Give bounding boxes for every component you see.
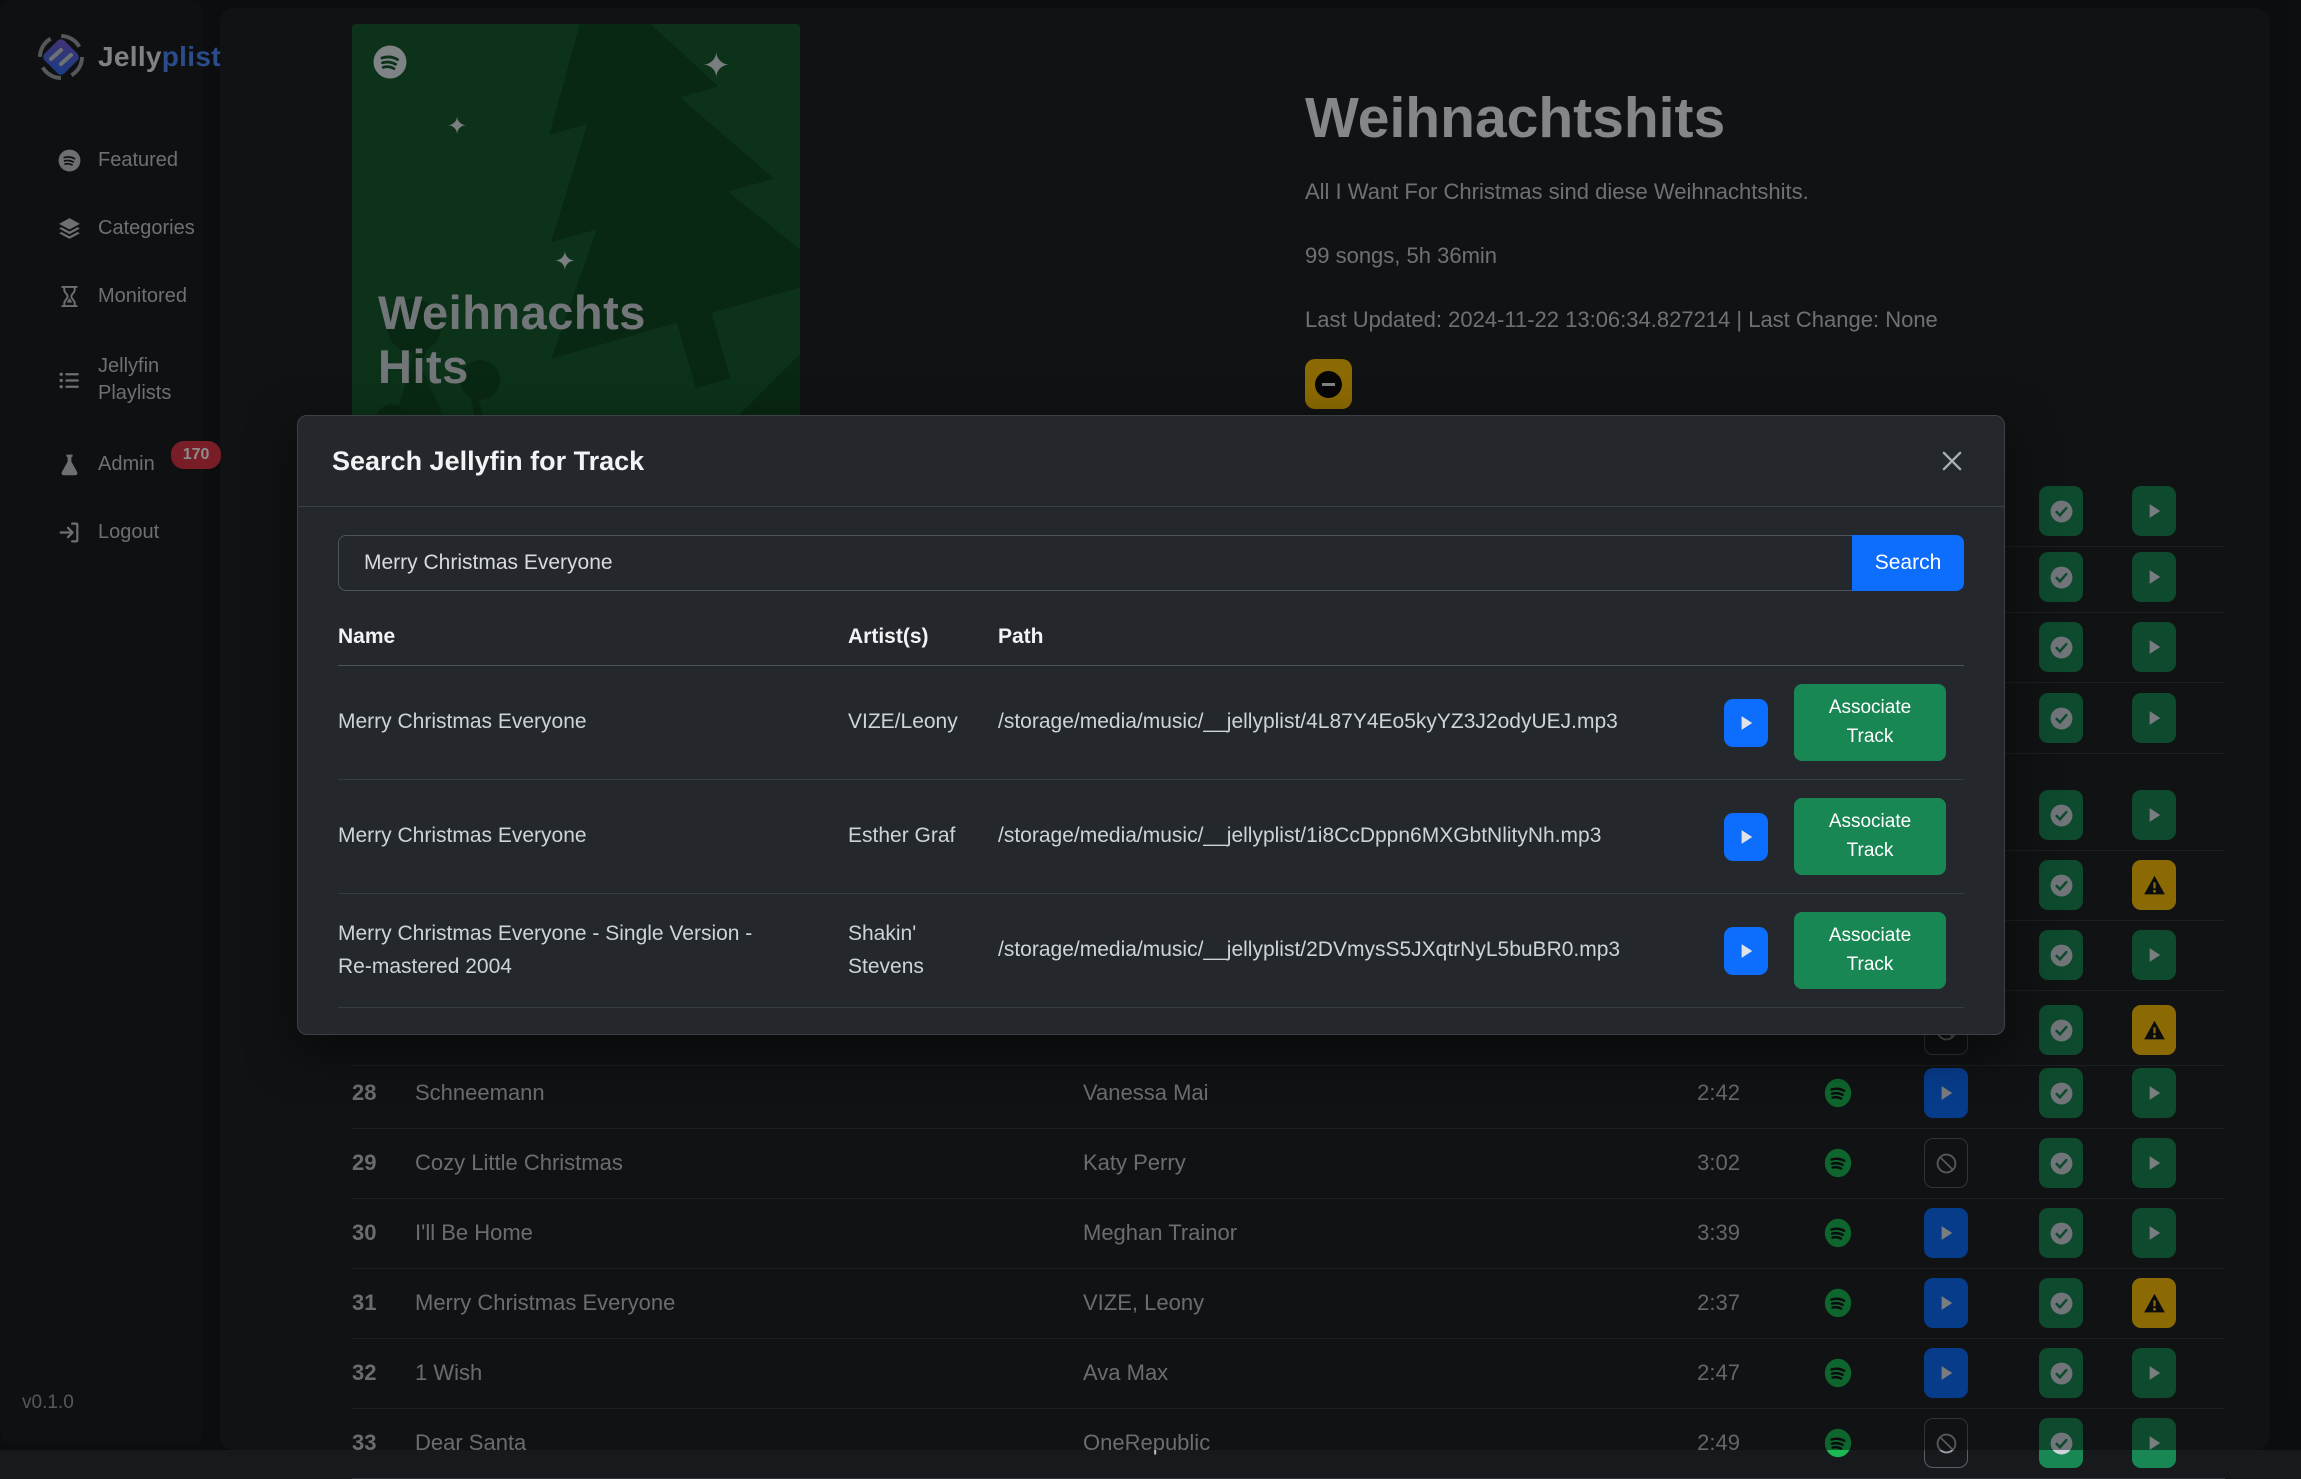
result-artists: VIZE/Leony (848, 666, 998, 780)
result-path: /storage/media/music/__jellyplist/1i8CcD… (998, 780, 1724, 894)
play-icon (1736, 713, 1756, 733)
preview-play-button[interactable] (1724, 927, 1768, 975)
column-header-artists: Artist(s) (848, 617, 998, 666)
result-artists: Esther Graf (848, 780, 998, 894)
associate-track-button[interactable]: Associate Track (1794, 912, 1946, 989)
result-name: Merry Christmas Everyone (338, 666, 848, 780)
result-name: Merry Christmas Everyone (338, 780, 848, 894)
modal-title: Search Jellyfin for Track (332, 446, 644, 477)
search-input-group: Search (338, 535, 1964, 591)
search-result-row: Merry Christmas EveryoneVIZE/Leony/stora… (338, 666, 1964, 780)
result-name: Merry Christmas Everyone - Single Versio… (338, 894, 848, 1008)
associate-track-button[interactable]: Associate Track (1794, 798, 1946, 875)
close-button[interactable] (1934, 443, 1970, 479)
modal-body: Search Name Artist(s) Path Merry Christm… (298, 507, 2004, 1008)
result-path: /storage/media/music/__jellyplist/4L87Y4… (998, 666, 1724, 780)
play-icon (1736, 827, 1756, 847)
result-path: /storage/media/music/__jellyplist/2DVmys… (998, 894, 1724, 1008)
close-icon (1938, 447, 1966, 475)
search-button[interactable]: Search (1852, 535, 1964, 591)
modal-header: Search Jellyfin for Track (298, 416, 2004, 507)
associate-track-button[interactable]: Associate Track (1794, 684, 1946, 761)
search-jellyfin-modal: Search Jellyfin for Track Search Name Ar… (297, 415, 2005, 1035)
search-result-row: Merry Christmas Everyone - Single Versio… (338, 894, 1964, 1008)
column-header-name: Name (338, 617, 848, 666)
play-icon (1736, 941, 1756, 961)
preview-play-button[interactable] (1724, 813, 1768, 861)
search-result-row: Merry Christmas EveryoneEsther Graf/stor… (338, 780, 1964, 894)
search-results-table: Name Artist(s) Path Merry Christmas Ever… (338, 617, 1964, 1008)
result-artists: Shakin' Stevens (848, 894, 998, 1008)
track-search-input[interactable] (338, 535, 1852, 591)
column-header-path: Path (998, 617, 1724, 666)
preview-play-button[interactable] (1724, 699, 1768, 747)
